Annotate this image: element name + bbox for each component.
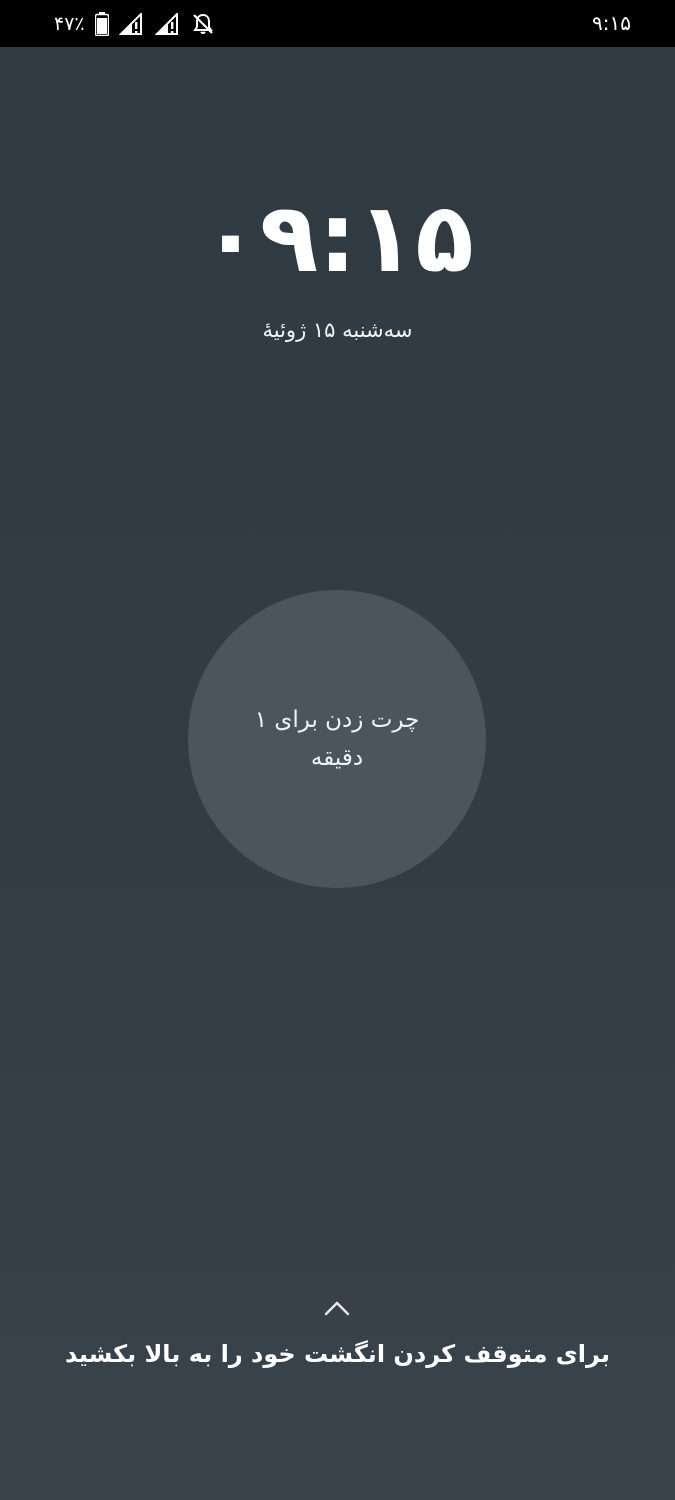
lock-screen-date: سه‌شنبه ۱۵ ژوئیهٔ xyxy=(262,318,413,342)
chevron-up-icon[interactable] xyxy=(322,1298,352,1318)
swipe-to-dismiss-hint: برای متوقف کردن انگشت خود را به بالا بکش… xyxy=(65,1340,610,1368)
snooze-label: چرت زدن برای ۱ دقیقه xyxy=(254,707,420,771)
status-icons: ۴۷٪ xyxy=(54,10,215,38)
lock-screen-clock: ۰۹:۱۵ xyxy=(201,182,474,294)
signal-no-service-icon xyxy=(118,11,145,37)
status-bar: ۴۷٪ ۹:۱۵ xyxy=(0,0,675,47)
battery-icon xyxy=(94,11,109,37)
signal-no-service-icon xyxy=(154,11,181,37)
status-time: ۹:۱۵ xyxy=(592,11,631,35)
notifications-off-icon xyxy=(191,11,215,37)
snooze-button[interactable]: چرت زدن برای ۱ دقیقه xyxy=(188,590,486,888)
battery-percentage: ۴۷٪ xyxy=(54,13,85,35)
